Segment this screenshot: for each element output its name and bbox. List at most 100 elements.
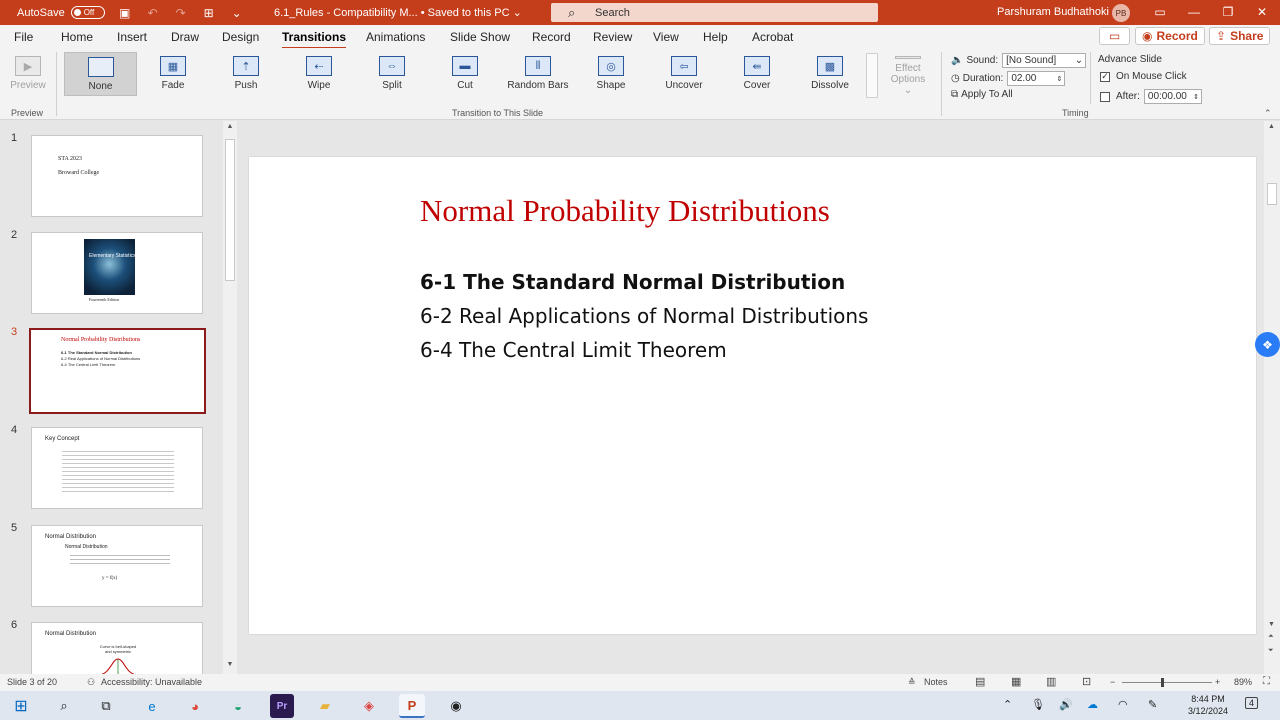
pen-icon[interactable]: ✎ — [1148, 698, 1157, 711]
edge-legacy-icon[interactable]: e — [140, 694, 164, 718]
slide-thumbnail-3[interactable]: Normal Probability Distributions 6-1 The… — [29, 328, 206, 414]
tab-slide-show[interactable]: Slide Show — [450, 30, 510, 44]
notifications-badge[interactable]: 4 — [1245, 697, 1259, 709]
zoom-out-icon[interactable]: − — [1110, 677, 1115, 687]
slide-title[interactable]: Normal Probability Distributions — [420, 193, 830, 229]
preview-button[interactable]: ▶ Preview — [0, 52, 56, 96]
wifi-icon[interactable]: ◠ — [1118, 698, 1128, 711]
edge-icon[interactable]: ◒ — [226, 694, 250, 718]
premiere-pro-icon[interactable]: Pr — [270, 694, 294, 718]
minimize-icon[interactable]: — — [1184, 3, 1204, 21]
tab-design[interactable]: Design — [222, 30, 259, 44]
show-hidden-icons-icon[interactable]: ⌃ — [1003, 698, 1012, 711]
slide-sorter-icon[interactable]: ▦ — [1011, 675, 1021, 688]
previous-slide-icon[interactable]: ⏶ — [1268, 633, 1274, 641]
slide-bullet-1[interactable]: 6-1 The Standard Normal Distribution — [420, 270, 845, 294]
avatar[interactable]: PB — [1112, 4, 1130, 22]
microphone-icon[interactable]: 🎙 — [1031, 698, 1045, 711]
document-title[interactable]: 6.1_Rules - Compatibility M... • Saved t… — [274, 6, 522, 19]
user-name[interactable]: Parshuram Budhathoki — [997, 6, 1109, 18]
onedrive-icon[interactable]: ☁ — [1087, 698, 1098, 711]
scroll-thumb[interactable] — [225, 139, 235, 281]
transition-cut[interactable]: ▬ Cut — [432, 52, 498, 96]
scroll-down-icon[interactable]: ▼ — [1268, 621, 1275, 628]
system-clock[interactable]: 8:44 PM 3/12/2024 — [1180, 693, 1236, 717]
task-view-icon[interactable]: ⧉ — [94, 694, 118, 718]
comments-button[interactable]: ▭ — [1099, 27, 1130, 45]
undo-icon[interactable]: ↶ — [145, 5, 161, 21]
zoom-slider-thumb[interactable] — [1161, 678, 1164, 687]
transition-split[interactable]: ⇔ Split — [359, 52, 425, 96]
transition-gallery-scroll[interactable] — [866, 53, 878, 98]
slide-thumbnail-5[interactable]: Normal Distribution Normal Distribution … — [31, 525, 203, 607]
transition-none[interactable]: None — [64, 52, 137, 96]
tab-file[interactable]: File — [14, 30, 33, 44]
slide-thumbnail-4[interactable]: Key Concept — [31, 427, 203, 509]
dropbox-icon[interactable]: ❖ — [1255, 332, 1280, 357]
transition-wipe[interactable]: ⇠ Wipe — [286, 52, 352, 96]
redo-icon[interactable]: ↷ — [173, 5, 189, 21]
slide-thumbnail-2[interactable]: Elementary Statistics Fourteenth Edition — [31, 232, 203, 314]
sound-select[interactable]: [No Sound] ⌄ — [1002, 53, 1087, 68]
search-icon[interactable]: ⌕ — [52, 694, 76, 718]
on-mouse-click-checkbox[interactable]: ✓ On Mouse Click — [1100, 71, 1187, 82]
tab-insert[interactable]: Insert — [117, 30, 147, 44]
volume-icon[interactable]: 🔊 — [1059, 698, 1073, 711]
zoom-slider[interactable] — [1122, 682, 1212, 683]
transition-uncover[interactable]: ⇦ Uncover — [651, 52, 717, 96]
transition-random-bars[interactable]: ⦀ Random Bars — [505, 52, 571, 96]
effect-options-button[interactable]: Effect Options ⌄ — [884, 52, 932, 96]
record-button[interactable]: ◉ Record — [1135, 27, 1205, 45]
transition-push[interactable]: ⇡ Push — [213, 52, 279, 96]
share-button[interactable]: ⇪ Share — [1209, 27, 1271, 45]
tab-home[interactable]: Home — [61, 30, 93, 44]
windows-start-icon[interactable]: ⊞ — [9, 694, 33, 718]
scroll-up-icon[interactable]: ▲ — [1268, 123, 1275, 130]
notes-button[interactable]: Notes — [924, 677, 948, 687]
duration-input[interactable]: 02.00 ⇕ — [1007, 71, 1066, 86]
present-icon[interactable]: ⊞ — [201, 5, 217, 21]
slide-thumbnail-1[interactable]: STA 2023 Broward College — [31, 135, 203, 217]
tab-draw[interactable]: Draw — [171, 30, 199, 44]
file-explorer-icon[interactable]: ▰ — [313, 694, 337, 718]
tab-transitions[interactable]: Transitions — [282, 30, 347, 49]
slide-bullet-3[interactable]: 6-4 The Central Limit Theorem — [420, 338, 727, 362]
close-icon[interactable]: ✕ — [1252, 3, 1272, 21]
search-box[interactable]: ⌕ Search — [551, 3, 878, 22]
customize-qat-icon[interactable]: ⌄ — [229, 5, 245, 21]
slide[interactable]: Normal Probability Distributions 6-1 The… — [249, 157, 1256, 634]
zoom-in-icon[interactable]: + — [1215, 677, 1220, 687]
maximize-icon[interactable]: ❐ — [1218, 3, 1238, 21]
tab-acrobat[interactable]: Acrobat — [752, 30, 793, 44]
scroll-thumb[interactable] — [1267, 183, 1277, 205]
transition-shape[interactable]: ◎ Shape — [578, 52, 644, 96]
transition-fade[interactable]: ▦ Fade — [140, 52, 206, 96]
scroll-down-icon[interactable]: ▼ — [225, 661, 235, 671]
reading-view-icon[interactable]: ▥ — [1046, 675, 1056, 688]
accessibility-status[interactable]: Accessibility: Unavailable — [101, 677, 202, 687]
after-input[interactable]: 00:00.00 ⇕ — [1143, 89, 1202, 104]
fit-to-window-icon[interactable]: ⛶ — [1263, 676, 1270, 687]
tab-animations[interactable]: Animations — [366, 30, 425, 44]
obs-icon[interactable]: ◉ — [444, 694, 468, 718]
tab-record[interactable]: Record — [532, 30, 571, 44]
slide-scrollbar[interactable]: ▲ ▼ ⏶ ⏷ — [1264, 121, 1280, 674]
normal-view-icon[interactable]: ▤ — [975, 675, 985, 688]
transition-dissolve[interactable]: ▩ Dissolve — [797, 52, 863, 96]
powerpoint-icon[interactable]: P — [399, 694, 425, 718]
accessibility-icon[interactable]: ⚇ — [87, 677, 95, 688]
apply-to-all-button[interactable]: ⧉ Apply To All — [951, 89, 1013, 100]
next-slide-icon[interactable]: ⏷ — [1268, 647, 1274, 655]
scroll-up-icon[interactable]: ▲ — [225, 123, 235, 133]
slide-thumbnail-6[interactable]: Normal Distribution Curve is bell-shaped… — [31, 622, 203, 674]
after-checkbox[interactable] — [1100, 91, 1110, 102]
transition-cover[interactable]: ⇚ Cover — [724, 52, 790, 96]
tab-help[interactable]: Help — [703, 30, 728, 44]
zoom-level[interactable]: 89% — [1234, 677, 1252, 687]
slide-bullet-2[interactable]: 6-2 Real Applications of Normal Distribu… — [420, 304, 868, 328]
tab-review[interactable]: Review — [593, 30, 632, 44]
slideshow-icon[interactable]: ⊡ — [1082, 675, 1091, 688]
autosave-toggle[interactable]: Off — [70, 6, 105, 19]
chrome-icon[interactable]: ◕ — [183, 694, 207, 718]
collapse-ribbon-icon[interactable]: ⌃ — [1264, 108, 1272, 119]
